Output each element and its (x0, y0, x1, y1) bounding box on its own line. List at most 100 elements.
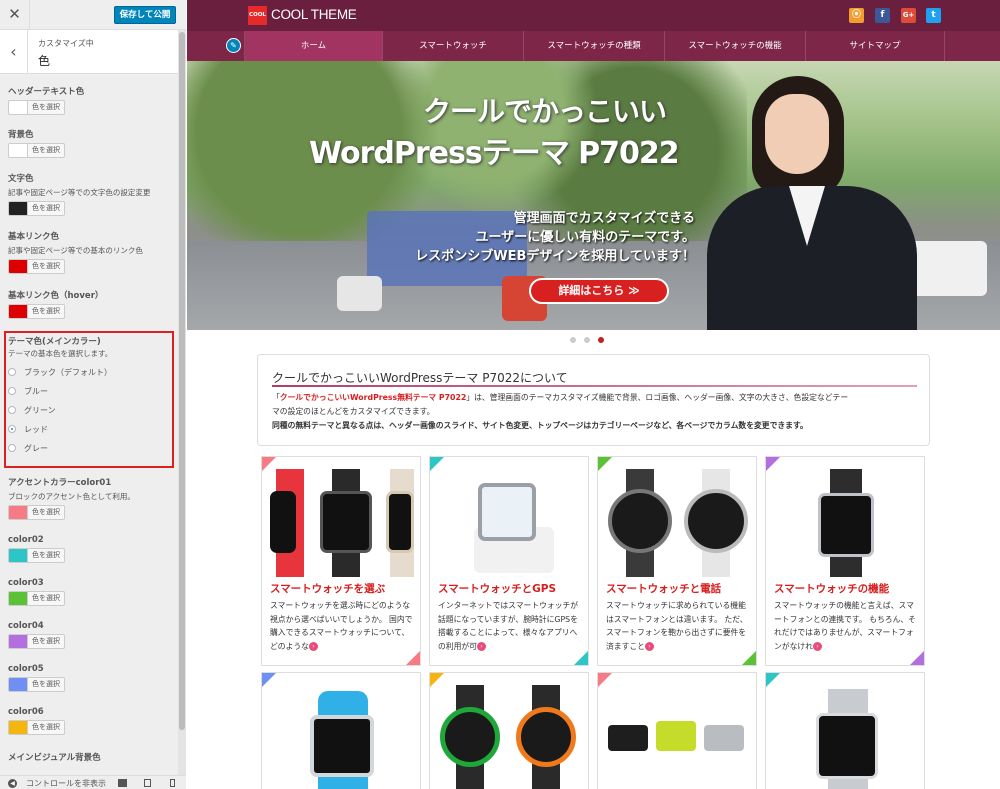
rss-icon[interactable]: ⦿ (849, 8, 864, 23)
control-description: 記事や固定ページ等での文字色の設定変更 (8, 188, 151, 197)
color-picker[interactable]: 色を選択 (8, 143, 174, 158)
card-title[interactable]: スマートウォッチとGPS (438, 581, 556, 596)
article-card[interactable] (261, 672, 421, 789)
close-icon[interactable]: ✕ (0, 0, 30, 30)
color-picker[interactable]: 色を選択 (8, 548, 174, 563)
card-title[interactable]: スマートウォッチと電話 (606, 581, 721, 596)
nav-item-smartwatch[interactable]: スマートウォッチ (382, 31, 523, 61)
slider-dots (570, 337, 604, 345)
select-color-button[interactable]: 色を選択 (27, 304, 65, 319)
color-swatch[interactable] (8, 677, 27, 692)
slider-dot[interactable] (584, 337, 590, 343)
card-title[interactable]: スマートウォッチを選ぶ (270, 581, 385, 596)
nav-item-smartwatch-functions[interactable]: スマートウォッチの機能 (664, 31, 805, 61)
color-picker[interactable]: 色を選択 (8, 505, 174, 520)
logo-icon[interactable]: COOL (248, 6, 267, 25)
edit-pencil-icon[interactable]: ✎ (226, 38, 241, 53)
color-swatch[interactable] (8, 143, 27, 158)
nav-item-home[interactable]: ホーム (244, 31, 382, 61)
watch-face (386, 491, 414, 553)
about-highlight-link[interactable]: クールでかっこいいWordPress無料テーマ P7022 (280, 393, 467, 402)
slider-dot[interactable] (570, 337, 576, 343)
select-color-button[interactable]: 色を選択 (27, 677, 65, 692)
nav-item-sitemap[interactable]: サイトマップ (805, 31, 945, 61)
color-picker[interactable]: 色を選択 (8, 201, 174, 216)
control-header-text-color: ヘッダーテキスト色 色を選択 (8, 85, 174, 115)
hero-subtext-line3: レスポンシブWEBデザインを採用しています！ (415, 249, 695, 264)
read-more-icon[interactable]: › (308, 642, 318, 651)
article-card[interactable] (765, 672, 925, 789)
article-card[interactable] (597, 672, 757, 789)
twitter-icon[interactable]: t (926, 8, 941, 23)
control-label: 基本リンク色（hover） (8, 291, 104, 301)
article-card[interactable] (429, 672, 589, 789)
color-picker[interactable]: 色を選択 (8, 304, 174, 319)
card-text-body: スマートウォッチの機能と言えば、スマートフォンとの連携です。 もちろん、それだけ… (774, 601, 916, 651)
control-label: color05 (8, 664, 44, 674)
color-picker[interactable]: 色を選択 (8, 677, 174, 692)
color-picker[interactable]: 色を選択 (8, 100, 174, 115)
read-more-icon[interactable]: › (644, 642, 654, 651)
control-label: color02 (8, 535, 44, 545)
color-picker[interactable]: 色を選択 (8, 591, 174, 606)
facebook-icon[interactable]: f (875, 8, 890, 23)
select-color-button[interactable]: 色を選択 (27, 505, 65, 520)
site-logo-text[interactable]: COOL THEME (271, 7, 357, 22)
tablet-icon[interactable] (144, 779, 151, 787)
color-swatch[interactable] (8, 259, 27, 274)
color-swatch[interactable] (8, 591, 27, 606)
select-color-button[interactable]: 色を選択 (27, 634, 65, 649)
hero-car-image (337, 276, 382, 311)
read-more-icon[interactable]: › (476, 642, 486, 651)
card-image-apple-watches (270, 469, 414, 577)
color-swatch[interactable] (8, 304, 27, 319)
about-quote-open: 「 (272, 393, 280, 402)
back-icon[interactable]: ‹ (0, 30, 28, 74)
select-color-button[interactable]: 色を選択 (27, 201, 65, 216)
color-swatch[interactable] (8, 201, 27, 216)
card-title[interactable]: スマートウォッチの機能 (774, 581, 889, 596)
select-color-button[interactable]: 色を選択 (27, 591, 65, 606)
card-image-steel-watch (774, 685, 918, 789)
color-swatch[interactable] (8, 720, 27, 735)
select-color-button[interactable]: 色を選択 (27, 720, 65, 735)
save-publish-button[interactable]: 保存して公開 (114, 6, 176, 24)
desktop-icon[interactable] (118, 779, 127, 787)
section-title: 色 (38, 54, 51, 68)
card-text-body: スマートウォッチを選ぶ時にどのような視点から選べばいいでしょうか。 国内で購入で… (270, 601, 413, 651)
select-color-button[interactable]: 色を選択 (27, 100, 65, 115)
article-card[interactable]: スマートウォッチの機能 スマートウォッチの機能と言えば、スマートフォンとの連携で… (765, 456, 925, 666)
about-paragraph-3: 同種の無料テーマと異なる点は、ヘッダー画像のスライド、サイト色変更、トップページ… (272, 421, 808, 430)
color-picker[interactable]: 色を選択 (8, 634, 174, 649)
hero-slider[interactable]: クールでかっこいい WordPressテーマ P7022 管理画面でカスタマイズ… (187, 61, 1000, 330)
select-color-button[interactable]: 色を選択 (27, 548, 65, 563)
slider-dot-active[interactable] (598, 337, 604, 343)
color-swatch[interactable] (8, 100, 27, 115)
about-paragraph-2: マの設定のほとんどをカスタマイズできます。 (272, 407, 435, 416)
select-color-button[interactable]: 色を選択 (27, 259, 65, 274)
control-link-color: 基本リンク色 記事や固定ページ等での基本のリンク色 色を選択 (8, 230, 174, 274)
about-box: クールでかっこいいWordPressテーマ P7022について 「クールでかっこ… (257, 354, 930, 446)
collapse-label[interactable]: コントロールを非表示 (26, 778, 106, 789)
control-background-color: 背景色 色を選択 (8, 128, 174, 158)
hero-details-button[interactable]: 詳細はこちら ≫ (529, 278, 669, 304)
article-card[interactable]: スマートウォッチを選ぶ スマートウォッチを選ぶ時にどのような視点から選べばいいで… (261, 456, 421, 666)
scrollbar[interactable] (178, 30, 186, 775)
mobile-icon[interactable] (170, 779, 175, 787)
color-swatch[interactable] (8, 634, 27, 649)
scrollbar-thumb[interactable] (179, 32, 185, 730)
select-color-button[interactable]: 色を選択 (27, 143, 65, 158)
article-card[interactable]: スマートウォッチと電話 スマートウォッチに求められている機能はスマートフォンとは… (597, 456, 757, 666)
color-picker[interactable]: 色を選択 (8, 720, 174, 735)
color-picker[interactable]: 色を選択 (8, 259, 174, 274)
control-description: 記事や固定ページ等での基本のリンク色 (8, 246, 143, 255)
watch-face (818, 493, 874, 557)
google-plus-icon[interactable]: G+ (901, 8, 916, 23)
color-swatch[interactable] (8, 505, 27, 520)
nav-item-smartwatch-types[interactable]: スマートウォッチの種類 (523, 31, 664, 61)
article-card[interactable]: スマートウォッチとGPS インターネットではスマートウォッチが話題になっています… (429, 456, 589, 666)
highlight-box (4, 331, 174, 468)
collapse-icon[interactable]: ◀ (8, 779, 17, 788)
color-swatch[interactable] (8, 548, 27, 563)
read-more-icon[interactable]: › (812, 642, 822, 651)
